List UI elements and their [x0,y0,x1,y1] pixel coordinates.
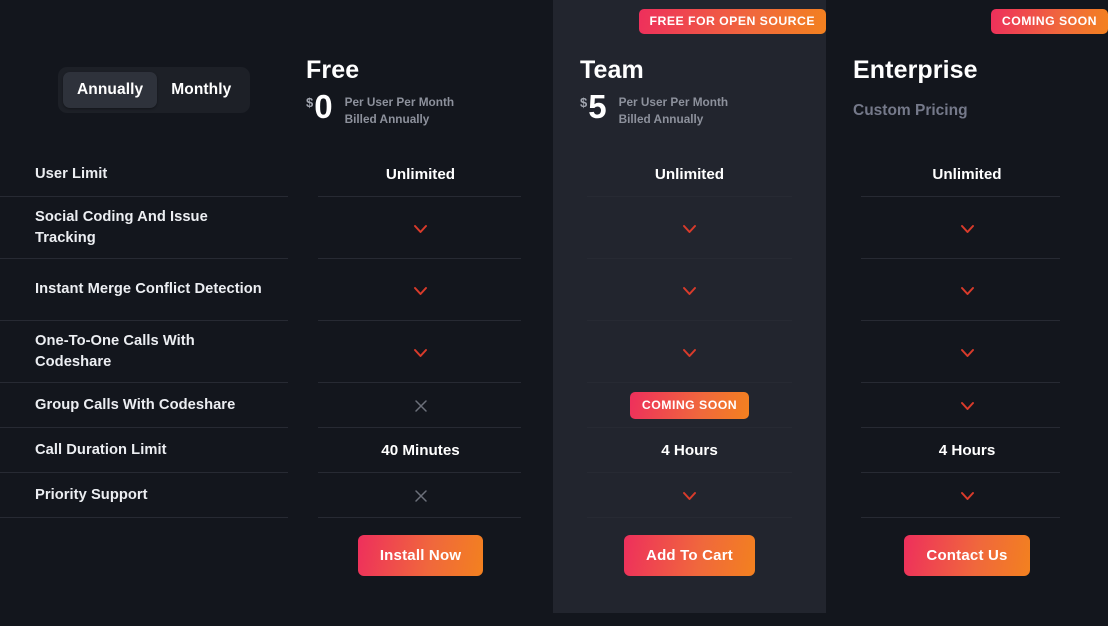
feature-row: One-To-One Calls With Codeshare [0,321,288,383]
plan-cell: 4 Hours [826,428,1108,473]
feature-row: Priority Support [0,473,288,518]
check-icon [959,487,976,504]
feature-label: User Limit [35,165,108,182]
cell-value: Unlimited [654,166,725,183]
plan-cell [288,473,553,518]
plan-title-free: Free [306,56,360,84]
feature-row: Call Duration Limit [0,428,288,473]
plan-cell: 40 Minutes [288,428,553,473]
cta-wrap-enterprise: Contact Us [826,535,1108,576]
plan-column-free: Free $ 0 Per User Per Month Billed Annua… [288,0,553,576]
feature-row: User Limit [0,152,288,197]
check-icon [681,282,698,299]
plan-header-free: Free $ 0 Per User Per Month Billed Annua… [288,0,553,152]
cross-icon [414,489,428,503]
cross-icon [414,399,428,413]
plan-cell: COMING SOON [553,383,826,428]
billing-toggle-monthly[interactable]: Monthly [157,72,245,108]
feature-row: Group Calls With Codeshare [0,383,288,428]
check-icon [959,344,976,361]
install-now-button[interactable]: Install Now [357,535,484,576]
cta-wrap-team: Add To Cart [553,535,826,576]
feature-list-column: Annually Monthly User Limit Social Codin… [0,0,288,518]
price-billed: Billed Annually [618,111,704,126]
plan-cell [288,383,553,428]
plan-column-team: FREE FOR OPEN SOURCE Team $ 5 Per User P… [553,0,826,576]
price-meta: Per User Per Month Billed Annually [345,94,454,128]
feature-label: Social Coding And Issue Tracking [35,209,208,246]
check-icon [959,282,976,299]
check-icon [412,282,429,299]
plan-cell [553,259,826,321]
plan-cell [826,259,1108,321]
plan-cell [288,197,553,259]
plan-cell [288,321,553,383]
feature-label: Call Duration Limit [35,441,167,458]
check-icon [681,487,698,504]
cell-value: 40 Minutes [381,442,460,459]
plan-cell: Unlimited [553,152,826,197]
custom-pricing-label: Custom Pricing [853,102,968,119]
plan-header-enterprise: COMING SOON Enterprise Custom Pricing [826,0,1108,152]
check-icon [959,397,976,414]
plan-cell [553,197,826,259]
feature-row: Instant Merge Conflict Detection [0,259,288,321]
currency-symbol: $ [306,95,314,110]
plan-price-team: $ 5 Per User Per Month Billed Annually [580,88,728,128]
plan-cell [553,473,826,518]
check-icon [412,344,429,361]
plan-rows-free: Unlimited 40 Minutes [288,152,553,518]
cell-value: Unlimited [932,166,1002,183]
plan-cell [553,321,826,383]
plan-price-free: $ 0 Per User Per Month Billed Annually [306,88,454,128]
plan-cell: Unlimited [288,152,553,197]
plan-cell [826,197,1108,259]
check-icon [681,344,698,361]
cell-value: 4 Hours [661,442,718,459]
feature-label: Priority Support [35,486,148,503]
pricing-table: Annually Monthly User Limit Social Codin… [0,0,1108,626]
price-meta: Per User Per Month Billed Annually [619,94,728,128]
plan-header-team: FREE FOR OPEN SOURCE Team $ 5 Per User P… [553,0,826,152]
check-icon [959,220,976,237]
billing-period-toggle[interactable]: Annually Monthly [58,67,251,113]
plan-cell: 4 Hours [553,428,826,473]
plan-rows-team: Unlimited COMING SOON 4 Hours [553,152,826,518]
plan-cell [826,321,1108,383]
plan-cell: Unlimited [826,152,1108,197]
cell-value: 4 Hours [938,442,996,459]
plan-title-team: Team [580,56,644,84]
plan-rows-enterprise: Unlimited 4 Hours [826,152,1108,518]
ribbon-free-for-open-source: FREE FOR OPEN SOURCE [638,9,826,35]
add-to-cart-button[interactable]: Add To Cart [624,535,755,576]
feature-column-header: Annually Monthly [0,0,288,152]
plan-cell [826,383,1108,428]
plan-column-enterprise: COMING SOON Enterprise Custom Pricing Un… [826,0,1108,576]
cta-wrap-free: Install Now [288,535,553,576]
billing-toggle-annually[interactable]: Annually [63,72,158,108]
feature-rows: User Limit Social Coding And Issue Track… [0,152,288,518]
feature-label: One-To-One Calls With Codeshare [35,333,195,370]
price-per-user: Per User Per Month [344,95,455,109]
coming-soon-badge: COMING SOON [629,391,750,420]
ribbon-coming-soon: COMING SOON [990,9,1108,35]
feature-label: Group Calls With Codeshare [35,396,236,413]
check-icon [681,220,698,237]
currency-symbol: $ [580,95,588,110]
cell-value: Unlimited [385,166,456,183]
check-icon [412,220,429,237]
price-amount: 0 [314,88,333,125]
plan-cell [826,473,1108,518]
price-billed: Billed Annually [344,111,430,126]
feature-row: Social Coding And Issue Tracking [0,197,288,259]
feature-label: Instant Merge Conflict Detection [35,281,262,298]
contact-us-button[interactable]: Contact Us [904,535,1030,576]
plan-cell [288,259,553,321]
price-amount: 5 [588,88,607,125]
price-per-user: Per User Per Month [618,95,729,109]
plan-title-enterprise: Enterprise [853,56,978,84]
